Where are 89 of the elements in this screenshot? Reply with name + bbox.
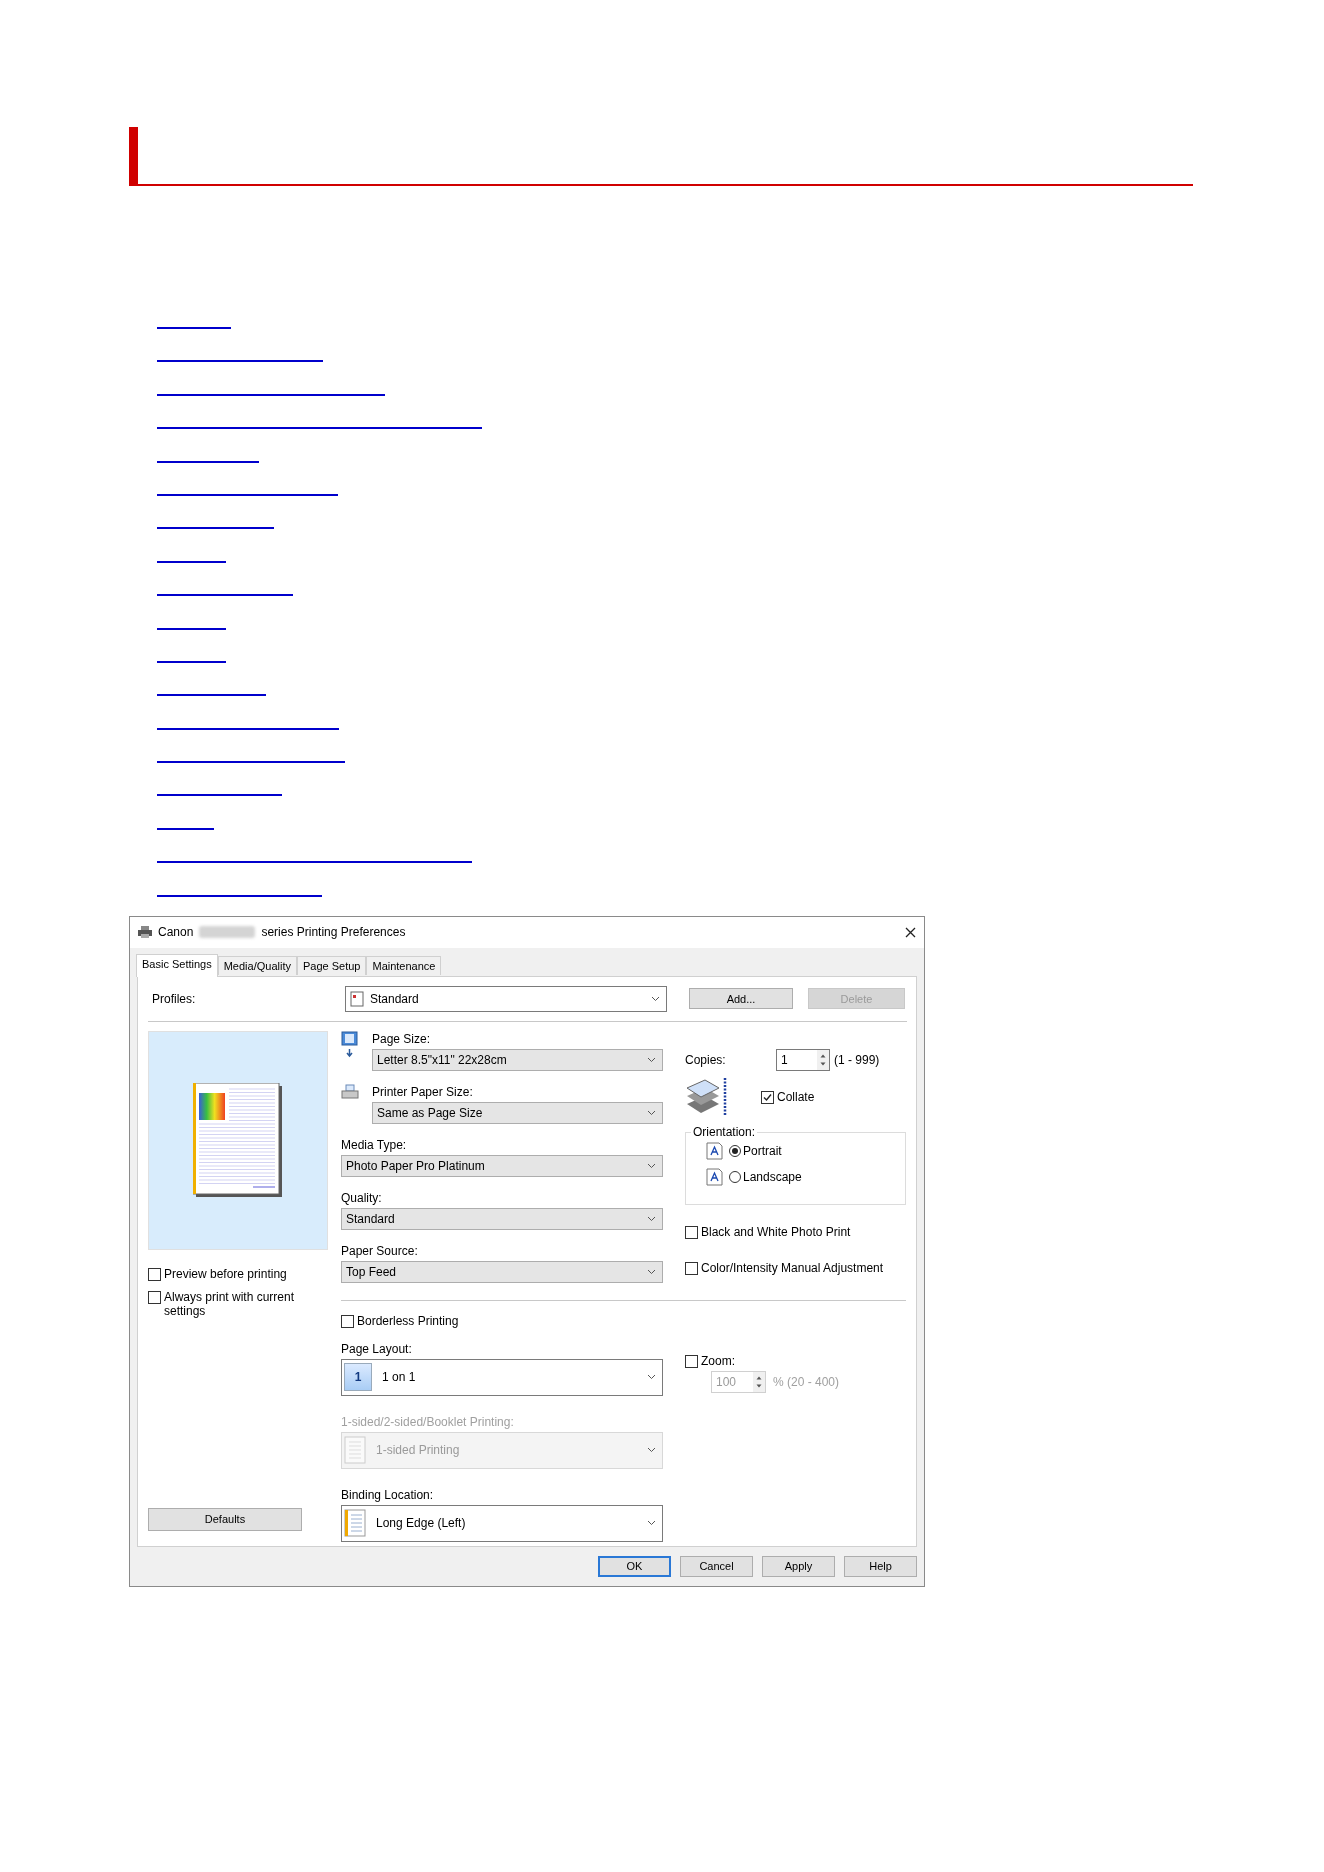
- page-icon: [344, 1436, 366, 1465]
- tab[interactable]: Basic Settings: [136, 953, 218, 977]
- chevron-down-icon[interactable]: [647, 1520, 656, 1527]
- link-underline[interactable]: [157, 827, 214, 830]
- link-underline[interactable]: [157, 861, 472, 864]
- range-hint: % (20 - 400): [773, 1374, 840, 1389]
- checkbox[interactable]: [148, 1290, 161, 1304]
- link-underline[interactable]: [157, 761, 345, 764]
- dialog-button[interactable]: OK: [598, 1555, 671, 1577]
- link-underline[interactable]: [157, 660, 226, 663]
- spinner-arrows-icon[interactable]: [817, 1049, 829, 1070]
- field-label: Page Size:: [372, 1030, 432, 1047]
- window-title: series Printing Preferences: [261, 925, 406, 940]
- dropdown[interactable]: 1 1 on 1: [341, 1358, 663, 1396]
- chevron-down-icon[interactable]: [647, 1162, 656, 1169]
- dropdown[interactable]: Standard: [341, 1207, 663, 1230]
- checkbox-label[interactable]: Preview before printing: [164, 1266, 287, 1281]
- radio-label[interactable]: Portrait: [743, 1143, 782, 1158]
- field-label: Quality:: [341, 1189, 383, 1206]
- checkbox[interactable]: [685, 1225, 698, 1239]
- checkbox-label[interactable]: Collate: [777, 1089, 815, 1104]
- checkbox[interactable]: [148, 1267, 161, 1281]
- checkbox-label[interactable]: Black and White Photo Print: [701, 1224, 851, 1239]
- group-label: Orientation:: [691, 1124, 758, 1139]
- tab[interactable]: Page Setup: [296, 955, 367, 975]
- chevron-down-icon[interactable]: [647, 1056, 656, 1063]
- checkbox-label[interactable]: Color/Intensity Manual Adjustment: [701, 1260, 884, 1275]
- radio-button[interactable]: [729, 1170, 741, 1183]
- page-size-icon: [341, 1030, 358, 1059]
- dialog-button[interactable]: Apply: [762, 1555, 835, 1577]
- link-underline[interactable]: [157, 560, 226, 563]
- layout-icon: 1: [344, 1363, 372, 1392]
- chevron-down-icon[interactable]: [647, 1215, 656, 1222]
- document-icon: [350, 990, 364, 1007]
- link-underline[interactable]: [157, 527, 274, 530]
- radio-label[interactable]: Landscape: [743, 1169, 802, 1184]
- field-label: Printer Paper Size:: [372, 1083, 474, 1100]
- checkbox[interactable]: [685, 1261, 698, 1275]
- link-underline[interactable]: [157, 493, 338, 496]
- page-icon: [706, 1141, 723, 1160]
- link-underline[interactable]: [157, 360, 323, 363]
- field-label: Paper Source:: [341, 1242, 419, 1259]
- close-icon[interactable]: [905, 926, 916, 938]
- page-icon: [344, 1509, 366, 1538]
- range-hint: (1 - 999): [834, 1052, 880, 1067]
- checkbox[interactable]: [341, 1314, 354, 1328]
- dialog-button[interactable]: Help: [844, 1555, 917, 1577]
- printer-icon: [341, 1083, 359, 1100]
- link-underline[interactable]: [157, 393, 385, 396]
- dropdown[interactable]: Letter 8.5"x11" 22x28cm: [372, 1048, 663, 1071]
- link-underline[interactable]: [157, 460, 259, 463]
- profile-button[interactable]: Add...: [689, 988, 793, 1010]
- dialog-button[interactable]: Cancel: [680, 1555, 753, 1577]
- link-underline[interactable]: [157, 727, 339, 730]
- checkbox-label[interactable]: Borderless Printing: [357, 1313, 459, 1328]
- dropdown[interactable]: Same as Page Size: [372, 1101, 663, 1124]
- dropdown[interactable]: Long Edge (Left): [341, 1504, 663, 1542]
- chevron-down-icon[interactable]: [647, 1447, 656, 1454]
- redaction-blur: [199, 926, 256, 939]
- link-underline[interactable]: [157, 694, 266, 697]
- printer-icon: [138, 926, 152, 939]
- link-underline[interactable]: [157, 794, 282, 797]
- link-underline[interactable]: [157, 627, 226, 630]
- field-label: Media Type:: [341, 1136, 408, 1153]
- field-label: Page Layout:: [341, 1340, 413, 1357]
- chevron-down-icon[interactable]: [651, 995, 660, 1002]
- link-underline[interactable]: [157, 594, 293, 597]
- paper-stack-icon: [685, 1075, 729, 1118]
- checkbox[interactable]: [761, 1090, 774, 1104]
- copies-field[interactable]: 1: [776, 1048, 830, 1071]
- chevron-down-icon[interactable]: [647, 1109, 656, 1116]
- field-label: 1-sided/2-sided/Booklet Printing:: [341, 1413, 515, 1430]
- checkbox-label[interactable]: Always print with current settings: [164, 1289, 328, 1318]
- tab[interactable]: Maintenance: [366, 955, 442, 975]
- defaults-button[interactable]: Defaults: [148, 1507, 302, 1531]
- link-underline[interactable]: [157, 427, 482, 430]
- field-label: Binding Location:: [341, 1486, 435, 1503]
- dropdown[interactable]: Photo Paper Pro Platinum: [341, 1154, 663, 1177]
- dropdown[interactable]: Top Feed: [341, 1260, 663, 1283]
- window-title: Canon: [158, 925, 194, 940]
- link-underline[interactable]: [157, 894, 322, 897]
- profile-dropdown[interactable]: Standard: [345, 985, 667, 1012]
- field-label: Profiles:: [151, 990, 197, 1008]
- page-icon: [706, 1167, 723, 1186]
- chevron-down-icon[interactable]: [647, 1374, 656, 1381]
- chevron-down-icon[interactable]: [647, 1268, 656, 1275]
- field-label: Copies:: [685, 1052, 727, 1067]
- tab[interactable]: Media/Quality: [217, 955, 297, 975]
- radio-button[interactable]: [729, 1144, 741, 1157]
